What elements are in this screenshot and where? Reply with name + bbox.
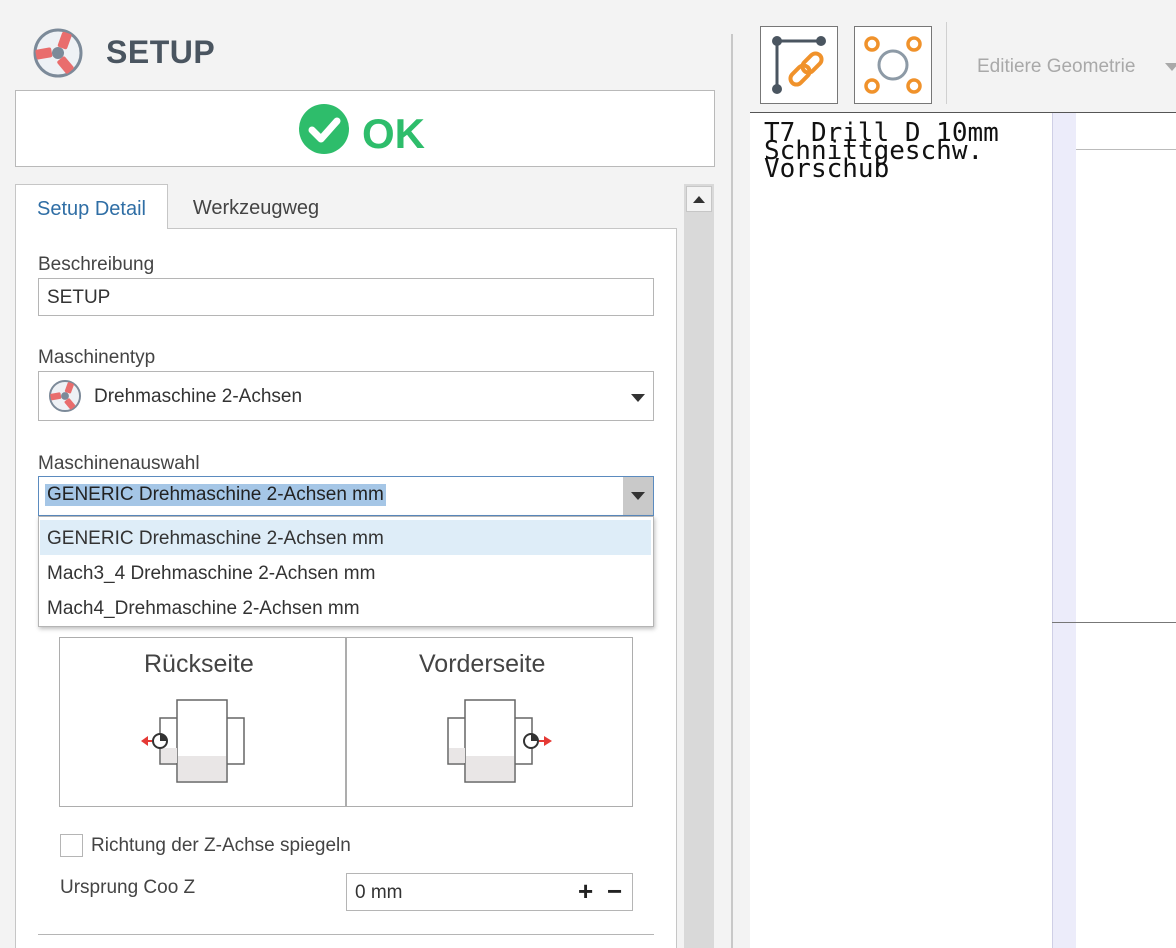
vertical-scrollbar[interactable] <box>684 184 714 948</box>
dropdown-option[interactable]: GENERIC Drehmaschine 2-Achsen mm <box>40 520 651 555</box>
lathe-chuck-icon <box>33 28 83 78</box>
origin-z-value: 0 mm <box>355 882 403 903</box>
dropdown-option[interactable]: Mach4_Drehmaschine 2-Achsen mm <box>40 590 651 625</box>
check-circle-icon <box>299 104 349 154</box>
circle-pattern-icon <box>864 36 922 94</box>
edit-geometry-button[interactable]: Editiere Geometrie <box>977 56 1135 78</box>
machine-select-value: GENERIC Drehmaschine 2-Achsen mm <box>45 484 386 506</box>
page-title: SETUP <box>106 34 216 70</box>
back-side-label: Rückseite <box>144 650 254 678</box>
description-input[interactable]: SETUP <box>38 278 654 316</box>
machine-select-label: Maschinenauswahl <box>38 453 200 474</box>
description-label: Beschreibung <box>38 254 155 275</box>
dropdown-option[interactable]: Mach3_4 Drehmaschine 2-Achsen mm <box>40 555 651 590</box>
toolbar-separator <box>946 22 947 104</box>
canvas-line <box>1076 149 1176 150</box>
mirror-z-label: Richtung der Z-Achse spiegeln <box>91 835 351 856</box>
decrement-button[interactable]: − <box>607 876 622 907</box>
chain-link-geometry-icon <box>772 36 826 94</box>
chain-geometry-button[interactable] <box>760 26 838 104</box>
chevron-down-icon[interactable] <box>631 394 645 402</box>
section-divider <box>38 934 654 935</box>
triangle-up-icon <box>693 196 705 203</box>
canvas-line <box>1052 622 1176 623</box>
back-side-diagram-icon <box>141 699 245 783</box>
chevron-down-icon <box>631 492 645 500</box>
scroll-up-button[interactable] <box>686 186 712 212</box>
preview-canvas[interactable] <box>750 112 1176 948</box>
machine-type-label: Maschinentyp <box>38 347 156 368</box>
chevron-down-icon <box>1165 63 1176 71</box>
lathe-chuck-icon <box>48 379 82 413</box>
tab-toolpath[interactable]: Werkzeugweg <box>168 184 344 229</box>
circle-pattern-button[interactable] <box>854 26 932 104</box>
front-side-diagram-icon <box>447 699 552 783</box>
origin-label: Ursprung Coo Z <box>60 877 196 898</box>
canvas-ruler <box>1052 113 1076 948</box>
front-side-label: Vorderseite <box>419 650 546 678</box>
ok-label: OK <box>362 110 425 157</box>
canvas-text-feed: Vorschub <box>764 154 890 184</box>
tab-setup-detail[interactable]: Setup Detail <box>15 184 168 229</box>
machine-type-value: Drehmaschine 2-Achsen <box>94 386 303 407</box>
increment-button[interactable]: + <box>578 876 593 907</box>
mirror-z-checkbox[interactable] <box>60 834 83 857</box>
